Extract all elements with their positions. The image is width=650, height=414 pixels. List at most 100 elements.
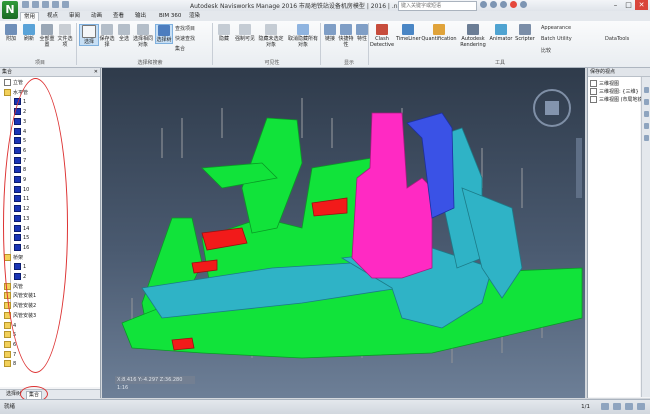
reset-all-button[interactable]: 全部重置 [39, 24, 55, 48]
cursor-icon [82, 25, 96, 38]
refresh-icon [23, 24, 35, 35]
web-server-icon[interactable] [625, 403, 633, 410]
status-icons [601, 403, 645, 410]
dock-tab-icon[interactable] [644, 123, 649, 129]
side-dock-strip [641, 77, 650, 397]
viewpoint-item[interactable]: 三维视图 [590, 80, 619, 88]
autodesk-rendering-button[interactable]: Autodesk Rendering [458, 24, 488, 48]
group-label-tools: 工具 [494, 60, 505, 66]
sets-panel-header: 集合 ✕ [0, 68, 100, 77]
datatools-button[interactable]: DataTools [605, 36, 629, 42]
checkbox-icon [4, 79, 11, 86]
appearance-profiler-button[interactable]: Appearance [541, 25, 571, 31]
folder-icon [4, 321, 11, 329]
quantification-icon [433, 24, 445, 35]
search-input[interactable]: 键入关键字或短语 [398, 1, 477, 11]
quick-properties-icon [340, 24, 352, 35]
hide-unselected-button[interactable]: 隐藏未选定对象 [258, 24, 284, 48]
find-items-button[interactable]: 查找项目 [175, 25, 195, 32]
tab-animation[interactable]: 动画 [88, 12, 105, 20]
save-icon[interactable] [32, 1, 39, 8]
tree-item[interactable]: 立管 [4, 79, 23, 88]
save-selection-button[interactable]: 保存选择 [99, 24, 115, 48]
autodesk-exchange-icon[interactable] [510, 1, 517, 8]
navigation-bar[interactable] [576, 138, 582, 198]
viewpoint-item[interactable]: 三维视图: {三维} [590, 88, 639, 96]
red-tray [171, 337, 195, 351]
maximize-button[interactable]: □ [622, 0, 635, 10]
tab-output[interactable]: 输出 [132, 12, 149, 20]
star-icon[interactable] [500, 1, 507, 8]
select-button[interactable]: 选择 [79, 24, 99, 46]
dock-tab-icon[interactable] [644, 99, 649, 105]
pencil-icon[interactable] [601, 403, 609, 410]
attach-button[interactable]: 附加 [3, 24, 19, 42]
selection-tree-button[interactable]: 选择树 [155, 24, 173, 44]
batch-utility-button[interactable]: Batch Utility [541, 36, 572, 42]
clash-icon [376, 24, 388, 35]
help-icon[interactable] [520, 1, 527, 8]
annotation-ellipse [3, 78, 68, 373]
quick-find-input[interactable]: 快速查找 [175, 35, 195, 42]
require-icon [239, 24, 251, 35]
quick-access-toolbar [22, 1, 69, 10]
select-same-button[interactable]: 选择相同对象 [133, 24, 153, 48]
compare-button[interactable]: 比较 [541, 47, 551, 54]
tree-item[interactable]: 7 [4, 350, 16, 360]
tree-item-label: 8 [13, 361, 17, 368]
hide-unselected-icon [265, 24, 277, 35]
app-logo[interactable]: N [2, 1, 18, 19]
timeliner-button[interactable]: TimeLiner [396, 24, 421, 42]
checkbox-icon [590, 88, 597, 95]
redo-icon[interactable] [52, 1, 59, 8]
unhide-all-button[interactable]: 取消隐藏所有对象 [288, 24, 318, 48]
scripter-button[interactable]: Scripter [514, 24, 536, 42]
undo-icon[interactable] [42, 1, 49, 8]
group-label-project: 项目 [34, 60, 45, 66]
disk-icon[interactable] [637, 403, 645, 410]
file-options-button[interactable]: 文件选项 [57, 24, 73, 48]
reset-icon [41, 24, 53, 35]
timeliner-icon [402, 24, 414, 35]
sets-dropdown[interactable]: 集合 [175, 45, 185, 52]
links-button[interactable]: 链接 [323, 24, 337, 42]
animator-button[interactable]: Animator [489, 24, 513, 42]
quantification-button[interactable]: Quantification [421, 24, 457, 42]
select-all-icon [118, 24, 130, 35]
properties-button[interactable]: 特性 [355, 24, 369, 42]
dock-tab-icon[interactable] [644, 87, 649, 93]
hide-button[interactable]: 隐藏 [216, 24, 232, 42]
binoculars-icon[interactable] [480, 1, 487, 8]
tab-home[interactable]: 常用 [20, 12, 40, 21]
open-icon[interactable] [22, 1, 29, 8]
tree-item[interactable]: 8 [4, 360, 16, 369]
memory-icon[interactable] [613, 403, 621, 410]
tab-viewpoint[interactable]: 视点 [44, 12, 61, 20]
quick-properties-button[interactable]: 快捷特性 [338, 24, 354, 48]
close-button[interactable]: ✕ [635, 0, 648, 10]
refresh-button[interactable]: 刷新 [21, 24, 37, 42]
3d-viewport[interactable]: X:8.416 Y:-4.297 Z:36.280 1:16 [102, 68, 585, 398]
print-icon[interactable] [62, 1, 69, 8]
dock-tab-icon[interactable] [644, 111, 649, 117]
unhide-icon [297, 24, 309, 35]
viewcube-icon[interactable] [545, 101, 559, 115]
tab-bim360[interactable]: BIM 360 [156, 12, 184, 20]
require-button[interactable]: 强制可见 [234, 24, 256, 42]
viewpoints-tree[interactable]: 三维视图 三维视图: {三维} 三维视图 (市局地铁站) [588, 77, 650, 397]
dock-tab-icon[interactable] [644, 135, 649, 141]
tab-review[interactable]: 审阅 [66, 12, 83, 20]
group-separator [320, 23, 321, 65]
window-controls: – □ ✕ [609, 0, 648, 10]
close-icon[interactable]: ✕ [94, 68, 98, 76]
minimize-button[interactable]: – [609, 0, 622, 10]
user-icon[interactable] [490, 1, 497, 8]
tab-view[interactable]: 查看 [110, 12, 127, 20]
folder-icon [4, 360, 11, 368]
saved-viewpoints-panel: 保存的视点 三维视图 三维视图: {三维} 三维视图 (市局地铁站) [587, 68, 650, 398]
tree-item[interactable]: 6 [4, 340, 16, 350]
folder-icon [4, 340, 11, 348]
select-all-button[interactable]: 全选 [117, 24, 131, 42]
tab-render[interactable]: 渲染 [186, 12, 203, 20]
clash-detective-button[interactable]: Clash Detective [370, 24, 394, 48]
